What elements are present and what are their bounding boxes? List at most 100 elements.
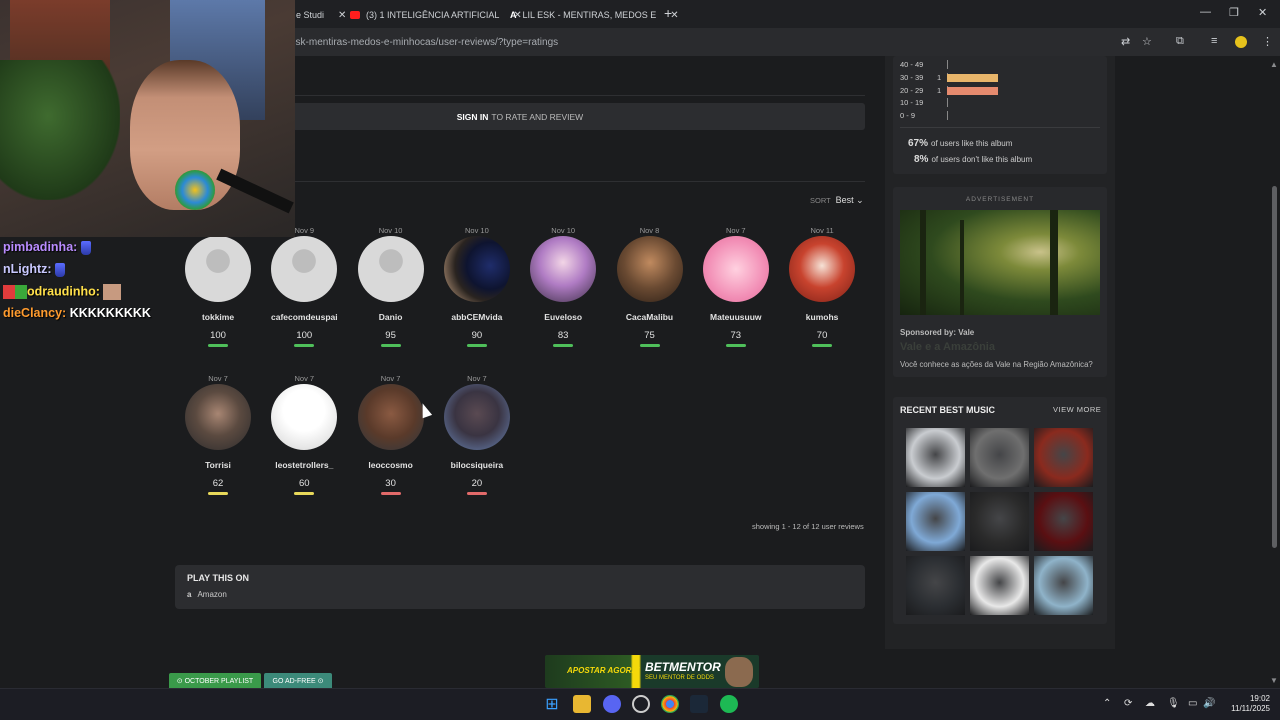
ad-label: ADVERTISEMENT [965,196,1035,203]
score-bar [466,492,487,495]
user-avatar[interactable] [616,236,683,302]
user-avatar[interactable] [185,236,251,302]
go-ad-free-button[interactable]: GO AD-FREE ⊙ [264,673,332,688]
album-cover[interactable] [1034,556,1093,615]
new-tab-button[interactable]: + [664,5,672,21]
sort-value[interactable]: Best ⌄ [836,195,864,205]
review-card[interactable]: Nov 7 Mateuusuuw 73 [696,226,776,347]
extensions-icon[interactable]: ⧉ [1176,35,1184,48]
steam-icon[interactable] [690,695,708,713]
browser-tab[interactable]: e Studi ✕ [296,4,346,26]
album-cover[interactable] [970,556,1029,615]
user-avatar[interactable] [789,236,856,302]
minimize-button[interactable]: — [1200,6,1211,18]
review-date: Nov 7 [726,226,746,235]
emote-icon [80,240,91,255]
review-card[interactable]: Nov 7 leoccosmo 30 [351,374,431,495]
album-cover[interactable] [970,492,1029,551]
username-link[interactable]: leostetrollers_ [264,460,344,470]
network-icon[interactable]: ▭ [1188,698,1197,709]
betmentor-ad-banner[interactable]: APOSTAR AGORA! BETMENTOR SEU MENTOR DE O… [545,655,759,688]
translate-icon[interactable]: ⇄ [1121,35,1130,48]
tray-cloud-icon[interactable]: ☁ [1145,698,1155,709]
close-window-button[interactable]: ✕ [1258,6,1267,19]
sign-in-link[interactable]: SIGN IN [457,112,489,122]
user-avatar[interactable] [443,384,510,450]
album-cover[interactable] [906,428,965,487]
username-link[interactable]: abbCEMvida [437,312,517,322]
album-cover[interactable] [1034,492,1093,551]
obs-icon[interactable] [632,695,650,713]
review-date: Nov 10 [465,226,489,235]
user-avatar[interactable] [271,236,338,302]
review-card[interactable]: Nov 7 bilocsiqueira 20 [437,374,517,495]
username-link[interactable]: Euveloso [523,312,603,322]
forest-ad-image[interactable] [900,210,1100,315]
user-avatar[interactable] [443,236,510,302]
ad-tagline: SEU MENTOR DE ODDS [645,675,714,681]
tab-label: e Studi [296,10,325,20]
scroll-down-icon[interactable]: ▼ [1270,676,1278,685]
username-link[interactable]: bilocsiqueira [437,460,517,470]
tray-chevron-icon[interactable]: ⌃ [1103,698,1111,709]
album-cover[interactable] [970,428,1029,487]
view-more-link[interactable]: VIEW MORE [1053,405,1101,414]
user-avatar[interactable] [530,236,597,302]
url-field[interactable]: esk-mentiras-medos-e-minhocas/user-revie… [290,37,558,48]
browser-tab-active[interactable]: A LIL ESK - MENTIRAS, MEDOS E ✕ [510,4,679,26]
chrome-icon[interactable] [661,695,679,713]
username-link[interactable]: tokkime [178,312,258,322]
username-link[interactable]: Mateuusuuw [696,312,776,322]
october-playlist-button[interactable]: ⊙ OCTOBER PLAYLIST [169,673,261,688]
profile-avatar[interactable] [1235,36,1247,48]
username-link[interactable]: Torrisi [178,460,258,470]
tray-mic-icon[interactable]: 🎙 [1167,698,1180,709]
windows-start-icon[interactable]: ⊞ [543,695,561,713]
spotify-icon[interactable] [720,695,738,713]
tab-close-icon[interactable]: ✕ [338,10,346,21]
scroll-up-icon[interactable]: ▲ [1270,60,1278,69]
album-cover[interactable] [906,492,965,551]
volume-icon[interactable]: 🔊 [1203,698,1215,709]
review-card[interactable]: Nov 9 cafecomdeuspai 100 [264,226,344,347]
username-link[interactable]: leoccosmo [351,460,431,470]
album-cover[interactable] [1034,428,1093,487]
user-avatar[interactable] [185,384,251,450]
chat-username: pimbadinha: [3,240,78,254]
username-link[interactable]: CacaMalibu [610,312,690,322]
album-cover[interactable] [906,556,965,615]
media-control-icon[interactable]: ≡ [1211,35,1217,47]
file-explorer-icon[interactable] [573,695,591,713]
review-card[interactable]: Nov 10 Euveloso 83 [523,226,603,347]
user-avatar[interactable] [357,384,424,450]
review-card[interactable]: Nov 10 Danio 95 [351,226,431,347]
browser-tab[interactable]: (3) 1 INTELIGÊNCIA ARTIFICIAL ✕ [350,4,522,26]
review-card[interactable]: Nov 8 CacaMalibu 75 [610,226,690,347]
tray-sync-icon[interactable]: ⟳ [1124,698,1132,709]
username-link[interactable]: Danio [351,312,431,322]
review-date: Nov 7 [294,374,315,383]
sort-dropdown[interactable]: SORT Best ⌄ [810,195,864,206]
system-clock[interactable]: 19:02 11/11/2025 [1222,694,1270,714]
bookmark-star-icon[interactable]: ☆ [1142,35,1152,48]
discord-icon[interactable] [603,695,621,713]
username-link[interactable]: kumohs [782,312,862,322]
review-card[interactable]: Nov 7 Torrisi 62 [178,374,258,495]
username-link[interactable]: cafecomdeuspai [264,312,344,322]
scrollbar-thumb[interactable] [1272,186,1277,548]
review-card[interactable]: tokkime 100 [178,226,258,347]
user-avatar[interactable] [357,236,424,302]
dislike-text: of users don't like this album [931,155,1033,164]
user-avatar[interactable] [702,236,769,302]
service-label: Amazon [197,590,227,599]
review-card[interactable]: Nov 7 leostetrollers_ 60 [264,374,344,495]
review-card[interactable]: Nov 11 kumohs 70 [782,226,862,347]
ad-person-image [725,657,753,687]
menu-kebab-icon[interactable]: ⋮ [1262,35,1273,48]
amazon-link[interactable]: a Amazon [187,590,227,599]
maximize-button[interactable]: ❐ [1229,6,1239,19]
review-card[interactable]: Nov 10 abbCEMvida 90 [437,226,517,347]
tab-label: (3) 1 INTELIGÊNCIA ARTIFICIAL [366,10,500,20]
user-avatar[interactable] [271,384,338,450]
ad-title[interactable]: Vale e a Amazônia [900,341,995,353]
